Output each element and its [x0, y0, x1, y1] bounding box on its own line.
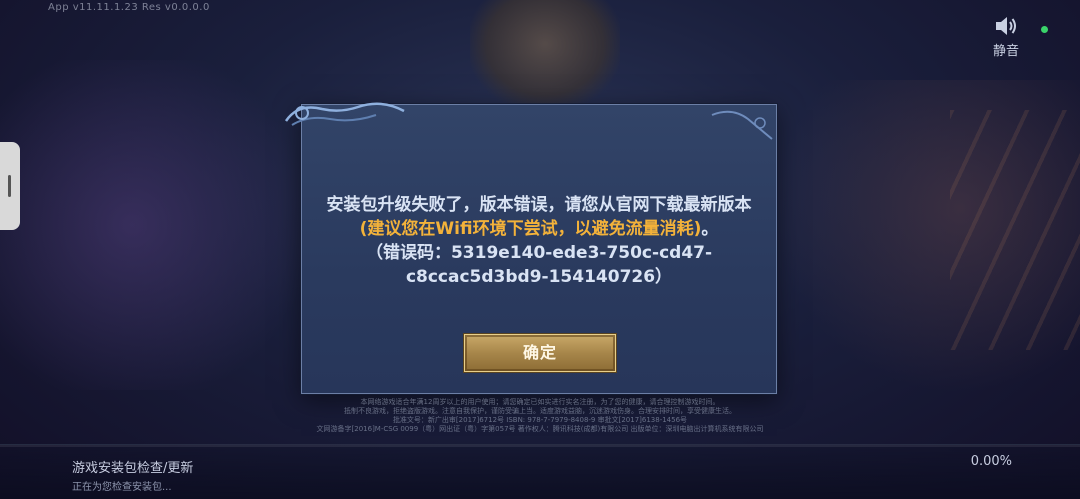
mute-button[interactable]: 静音: [988, 14, 1024, 59]
error-dialog: 安装包升级失败了，版本错误，请您从官网下载最新版本 (建议您在Wifi环境下尝试，…: [284, 102, 777, 394]
error-message-text: 安装包升级失败了，版本错误，请您从官网下载最新版本: [326, 195, 752, 215]
legal-line: 抵制不良游戏，拒绝盗版游戏。注意自我保护，谨防受骗上当。适度游戏益脑，沉迷游戏伤…: [344, 407, 736, 415]
speaker-icon: [996, 17, 1016, 35]
legal-notice: 本网络游戏适合年满12周岁以上的用户使用；请您确定已如实进行实名注册，为了您的健…: [250, 398, 830, 434]
status-indicator: [1041, 26, 1048, 33]
error-message: 安装包升级失败了，版本错误，请您从官网下载最新版本 (建议您在Wifi环境下尝试，…: [322, 193, 756, 289]
background-fence: [950, 110, 1080, 350]
error-code: （错误码：5319e140-ede3-750c-cd47-c8ccac5d3bd…: [365, 243, 713, 287]
legal-line: 本网络游戏适合年满12周岁以上的用户使用；请您确定已如实进行实名注册，为了您的健…: [360, 398, 720, 406]
legal-line: 文网游备字[2016]M-CSG 0099（粤）网出证（粤）字第057号 著作权…: [316, 425, 764, 433]
background-hero-figure: [470, 0, 620, 110]
legal-line: 批准文号：新广出审[2017]6712号 ISBN: 978-7-7979-84…: [392, 416, 688, 424]
side-drawer-handle[interactable]: [0, 142, 20, 230]
error-message-suffix: 。: [701, 219, 719, 239]
version-text: App v11.11.1.23 Res v0.0.0.0: [48, 2, 210, 13]
error-message-highlight: (建议您在Wifi环境下尝试，以避免流量消耗): [359, 219, 702, 239]
confirm-button[interactable]: 确定: [464, 334, 616, 372]
grip-icon: [8, 175, 11, 197]
cloud-swirl-decoration-right: [711, 110, 773, 140]
progress-percentage: 0.00%: [970, 454, 1012, 469]
update-subtitle: 正在为您检查安装包...: [72, 482, 172, 493]
update-title: 游戏安装包检查/更新: [72, 461, 194, 476]
update-status-bar: 游戏安装包检查/更新 正在为您检查安装包... 0.00%: [0, 444, 1080, 499]
cloud-swirl-decoration: [284, 102, 405, 126]
progress-bar: [0, 445, 1080, 447]
mute-label: 静音: [992, 44, 1019, 59]
